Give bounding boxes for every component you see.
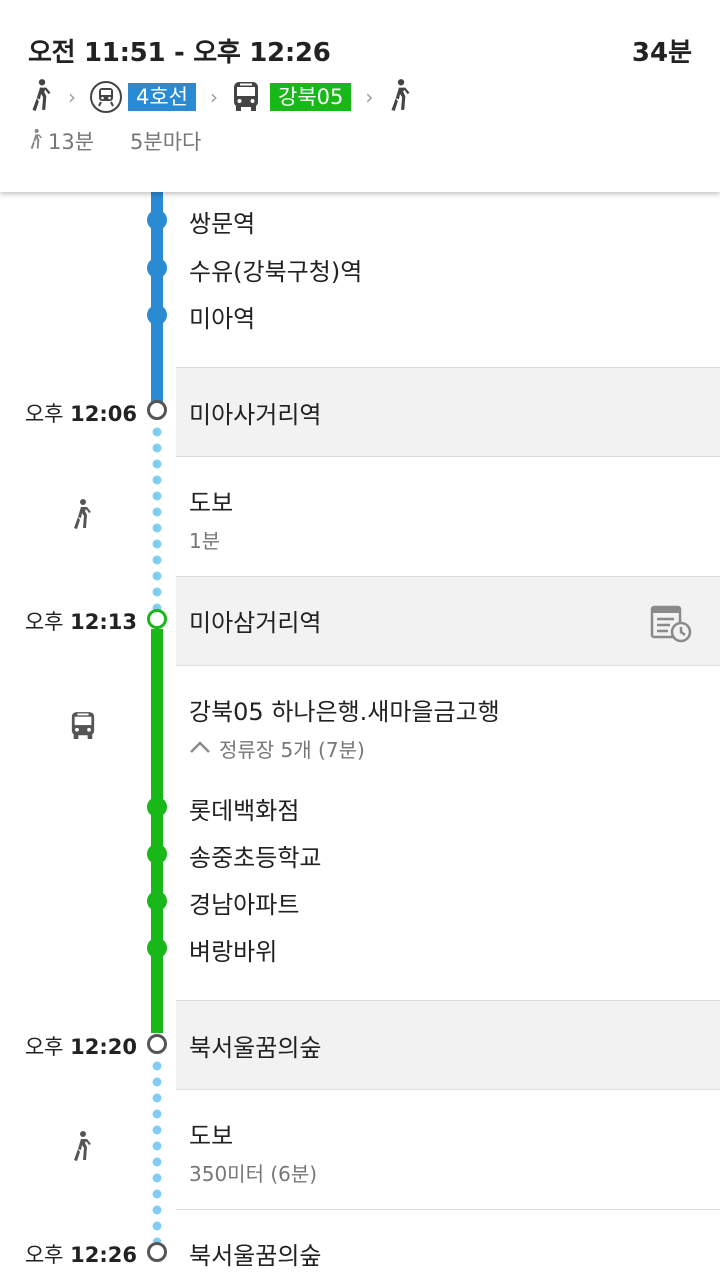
- station-node: [147, 400, 167, 420]
- stop-node: [147, 305, 167, 325]
- walk-detail: 350미터 (6분): [189, 1162, 318, 1186]
- stop-node: [147, 938, 167, 958]
- destination-node: [147, 1242, 167, 1262]
- walk-detail: 1분: [189, 529, 221, 553]
- walk-dotted-track: [152, 424, 162, 610]
- stop-node: [147, 844, 167, 864]
- departure-time: 오후 12:13: [24, 610, 137, 634]
- trip-duration: 34분: [631, 38, 692, 68]
- walk-total-time: 13분: [48, 130, 95, 154]
- bus-icon: [70, 710, 96, 746]
- station-name: 북서울꿈의숲: [189, 1034, 322, 1062]
- route-timeline: 쌍문역 수유(강북구청)역 미아역 오후 12:06 미아사거리역 도보 1분 …: [0, 192, 720, 1280]
- chevron-up-icon: [189, 739, 211, 758]
- chevron-right-icon: ›: [68, 85, 76, 109]
- chevron-right-icon: ›: [365, 85, 374, 109]
- bus-line-track: [151, 629, 163, 1033]
- subway-line-badge: 4호선: [128, 83, 197, 111]
- stop-node: [147, 891, 167, 911]
- station-node: [147, 1034, 167, 1054]
- bus-stop: 경남아파트: [189, 891, 300, 919]
- schedule-clock-icon[interactable]: [650, 604, 694, 648]
- stop-node: [147, 210, 167, 230]
- station-node: [147, 609, 167, 629]
- bus-stop: 송중초등학교: [189, 844, 322, 872]
- bus-segment-title: 강북05 하나은행.새마을금고행: [189, 698, 500, 726]
- bus-line-badge: 강북05: [270, 83, 352, 111]
- arrival-time: 오후 12:20: [24, 1035, 137, 1059]
- bus-stop: 벼랑바위: [189, 938, 278, 966]
- station-name: 미아삼거리역: [189, 609, 322, 637]
- walk-title: 도보: [189, 1122, 234, 1150]
- route-steps: › 4호선 › 강북05 ›: [28, 78, 413, 116]
- subway-stop: 수유(강북구청)역: [189, 258, 363, 286]
- bus-icon: [232, 81, 260, 113]
- bus-stop: 롯데백화점: [189, 797, 300, 825]
- subway-stop: 쌍문역: [189, 210, 256, 238]
- small-walk-icon: [28, 128, 44, 155]
- walk-icon: [70, 1130, 94, 1166]
- chevron-right-icon: ›: [210, 85, 219, 109]
- route-summary-header[interactable]: 오전 11:51 - 오후 12:26 34분 › 4호선 › 강북05 › 1…: [0, 0, 720, 192]
- arrival-time: 오후 12:06: [24, 402, 137, 426]
- walk-dotted-track: [152, 1058, 162, 1242]
- arrival-time: 오후 12:26: [24, 1243, 137, 1267]
- stops-summary: 정류장 5개 (7분): [219, 738, 365, 762]
- stops-toggle[interactable]: 정류장 5개 (7분): [189, 734, 365, 763]
- stop-node: [147, 258, 167, 278]
- trip-time-range: 오전 11:51 - 오후 12:26: [28, 38, 331, 68]
- subway-icon: [90, 81, 122, 113]
- walk-icon: [70, 498, 94, 534]
- destination-name: 북서울꿈의숲: [189, 1242, 322, 1270]
- walk-title: 도보: [189, 489, 234, 517]
- station-name: 미아사거리역: [189, 401, 322, 429]
- frequency-label: 5분마다: [130, 130, 202, 154]
- stop-node: [147, 797, 167, 817]
- divider: [176, 1209, 720, 1210]
- trip-meta: 13분 5분마다: [28, 126, 201, 156]
- subway-stop: 미아역: [189, 305, 256, 333]
- walk-icon: [387, 78, 413, 116]
- walk-icon: [28, 78, 54, 116]
